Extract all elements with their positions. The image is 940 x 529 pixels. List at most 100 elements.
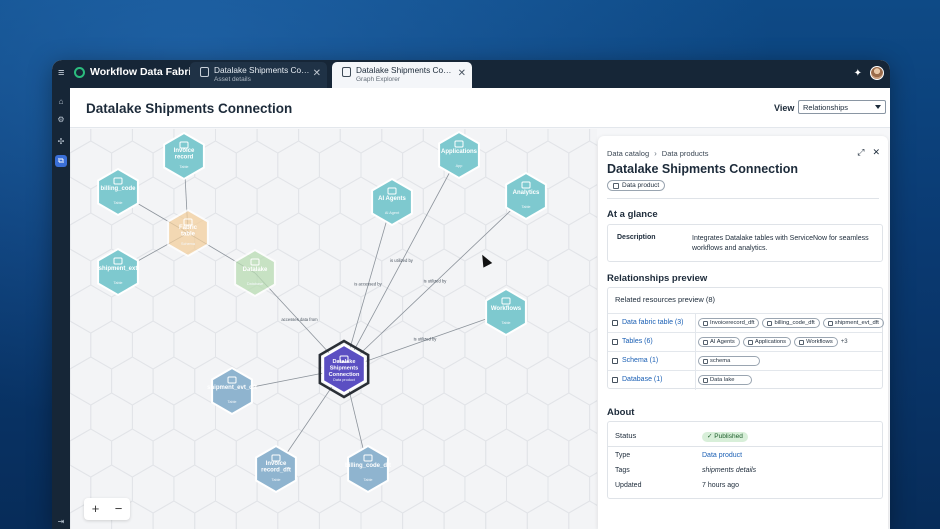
node-subtitle: Table <box>521 205 530 209</box>
table-icon <box>612 319 618 326</box>
rel-chip[interactable]: AI Agents <box>698 337 740 347</box>
menu-icon[interactable]: ≡ <box>58 67 68 79</box>
graph-node-analytics[interactable]: Analytics Table <box>505 171 547 221</box>
main-content: Datalake Shipments Connection View Relat… <box>70 88 890 529</box>
more-count[interactable]: +3 <box>841 337 848 347</box>
home-icon[interactable]: ⌂ <box>55 96 67 108</box>
node-subtitle: Table <box>227 400 236 404</box>
rel-chip-label: schema <box>710 357 731 364</box>
graph-node-invoice-record-dft[interactable]: Invoicerecord_dft Table <box>255 444 297 494</box>
rel-chip[interactable]: Invoicerecord_dft <box>698 318 760 328</box>
breadcrumb-data-products[interactable]: Data products <box>662 149 709 158</box>
grid-hex <box>70 356 113 406</box>
grid-hex <box>194 284 237 334</box>
rel-chips: Invoicerecord_dft billing_code_dft shipm… <box>698 318 884 328</box>
grid-hex <box>298 464 341 514</box>
grid-hex <box>70 248 92 298</box>
grid-hex <box>298 129 341 154</box>
rel-name-label: Tables (6) <box>622 338 653 345</box>
brand[interactable]: Workflow Data Fabric <box>74 66 197 78</box>
grid-hex <box>215 464 258 514</box>
grid-hex <box>589 400 597 434</box>
graph-svg[interactable]: accesses data from is accessed by is utili… <box>70 129 597 529</box>
grid-hex <box>568 212 597 262</box>
graph-node-center[interactable]: DatalakeShipmentsConnectionData product <box>318 339 370 399</box>
close-icon[interactable]: ✕ <box>458 69 466 79</box>
fan-icon[interactable]: ✣ <box>55 136 67 148</box>
rel-name[interactable]: Tables (6) <box>612 338 653 345</box>
tags-value: shipments details <box>702 467 757 474</box>
edge-label-applications: is utilized by <box>390 258 414 263</box>
grid-hex <box>152 356 196 406</box>
rel-chip-label: shipment_evt_dft <box>834 319 879 326</box>
rel-name[interactable]: Database (1) <box>612 376 662 383</box>
grid-hex <box>547 464 591 514</box>
breadcrumb-data-catalog[interactable]: Data catalog <box>607 149 649 158</box>
grid-hex <box>360 500 404 529</box>
sparkle-icon[interactable]: ✦ <box>854 68 862 79</box>
node-hex <box>211 366 253 416</box>
node-subtitle: Table <box>179 165 188 169</box>
rel-chip-label: Applications <box>754 338 787 345</box>
graph-node-billing-code[interactable]: billing_code Table <box>97 167 139 217</box>
rel-chip[interactable]: shipment_evt_dft <box>822 318 884 328</box>
rel-row-schema: Schema (1) schema <box>608 351 882 371</box>
view-select[interactable]: Relationships <box>798 100 886 114</box>
rel-chip[interactable]: schema <box>698 356 760 366</box>
grid-hex <box>506 464 549 514</box>
rel-chip[interactable]: billing_code_dft <box>762 318 820 328</box>
close-icon[interactable]: ✕ <box>313 69 321 79</box>
tab-asset-details[interactable]: Datalake Shipments Connection Asset deta… <box>190 62 327 88</box>
tab-graph-explorer[interactable]: Datalake Shipments Connection Graph Expl… <box>332 62 472 88</box>
grid-hex <box>70 129 92 154</box>
graph-node-fabric-table[interactable]: Fabrictable Schema <box>167 208 209 258</box>
expand-icon[interactable]: ⤢ <box>857 147 864 158</box>
rel-chip[interactable]: Data lake <box>698 375 752 385</box>
zoom-in-button[interactable]: + <box>84 498 107 520</box>
grid-hex <box>256 320 300 370</box>
avatar[interactable] <box>870 66 884 80</box>
node-title: Applications <box>441 149 478 155</box>
table-icon <box>200 67 209 77</box>
node-hex <box>347 444 389 494</box>
zoom-out-button[interactable]: − <box>107 498 130 520</box>
graph-node-shipment-ext[interactable]: shipment_ext Table <box>97 247 139 297</box>
top-bar: ≡ Workflow Data Fabric Datalake Shipment… <box>52 60 890 88</box>
graph-node-billing-code-dft[interactable]: billing_code_dft Table <box>345 444 391 494</box>
graph-canvas[interactable]: accesses data from is accessed by is utili… <box>70 129 597 529</box>
node-title: billing_code <box>100 186 136 192</box>
grid-hex <box>402 428 445 478</box>
view-select-value: Relationships <box>803 103 849 112</box>
grid-hex <box>381 320 424 370</box>
graph-node-workflows[interactable]: Workflows Table <box>485 287 527 337</box>
settings-icon[interactable]: ⚙ <box>55 114 67 126</box>
grid-hex <box>443 284 487 334</box>
grid-hex <box>547 320 591 370</box>
graph-node-invoice-record[interactable]: Invoicerecord Table <box>163 131 205 181</box>
graph-node-applications[interactable]: Applications App <box>438 130 480 180</box>
type-value[interactable]: Data product <box>702 452 742 459</box>
node-subtitle: Table <box>113 281 122 285</box>
grid-hex <box>464 464 507 514</box>
rel-chip[interactable]: Applications <box>742 337 792 347</box>
grid-hex <box>526 428 570 478</box>
grid-hex <box>70 428 113 478</box>
close-icon[interactable]: ✕ <box>872 147 880 158</box>
status-label: Status <box>615 431 637 440</box>
grid-hex <box>568 284 597 334</box>
rel-chips: AI Agents Applications Workflows +3 <box>698 337 848 347</box>
data-icon[interactable]: ⧉ <box>55 155 67 167</box>
grid-hex <box>443 500 487 529</box>
graph-node-ai-agents[interactable]: AI Agents AI Agent <box>371 177 413 227</box>
node-subtitle: Table <box>501 321 510 325</box>
left-nav: ⌂ ⚙ ✣ ⧉ ⇥ <box>52 88 70 529</box>
graph-node-datalake[interactable]: Datalake Database <box>234 248 276 298</box>
rel-name[interactable]: Schema (1) <box>612 357 658 364</box>
rel-chip[interactable]: Workflows <box>794 337 838 347</box>
graph-node-shipment-evt-dft[interactable]: shipment_evt_dft Table <box>207 366 257 416</box>
grid-hex <box>277 212 320 262</box>
rel-name[interactable]: Data fabric table (3) <box>612 319 683 326</box>
divider <box>695 352 696 371</box>
grid-hex <box>339 392 383 442</box>
collapse-icon[interactable]: ⇥ <box>55 516 67 528</box>
